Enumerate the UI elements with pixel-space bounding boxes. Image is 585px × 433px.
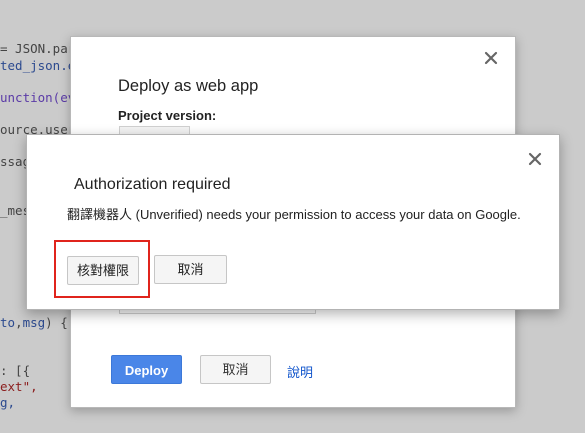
code-token: : [{	[0, 363, 31, 378]
code-line: = JSON.par	[0, 41, 75, 57]
help-link[interactable]: 說明	[287, 362, 313, 381]
code-line: g,	[0, 395, 15, 411]
cancel-button[interactable]: 取消	[200, 355, 271, 384]
code-token: g,	[0, 395, 16, 410]
code-token: to	[0, 315, 16, 330]
code-token: ) {	[45, 315, 68, 330]
code-line: : [{	[0, 363, 30, 379]
code-line: to,msg) {	[0, 315, 68, 331]
cancel-button[interactable]: 取消	[154, 255, 227, 284]
authorization-message: 翻譯機器人 (Unverified) needs your permission…	[67, 207, 521, 222]
authorization-dialog-title: Authorization required	[74, 176, 231, 193]
authorization-dialog: Authorization required 翻譯機器人 (Unverified…	[26, 134, 560, 310]
code-line: ted_json.e	[0, 58, 75, 74]
code-token: ,	[15, 315, 23, 330]
code-token: ted_json.e	[0, 58, 76, 73]
deploy-dialog-title: Deploy as web app	[118, 77, 259, 95]
code-token: = JSON.par	[0, 41, 76, 56]
code-token: ext",	[0, 379, 38, 394]
code-line: ext",	[0, 379, 38, 395]
close-icon[interactable]	[484, 51, 498, 65]
code-token: unction(ev	[0, 90, 76, 105]
review-permissions-button[interactable]: 核對權限	[67, 256, 139, 285]
close-icon[interactable]	[528, 152, 542, 166]
project-version-label: Project version:	[118, 108, 217, 123]
deploy-button[interactable]: Deploy	[111, 355, 182, 384]
code-line: unction(ev	[0, 90, 75, 106]
code-token: msg	[22, 315, 46, 330]
